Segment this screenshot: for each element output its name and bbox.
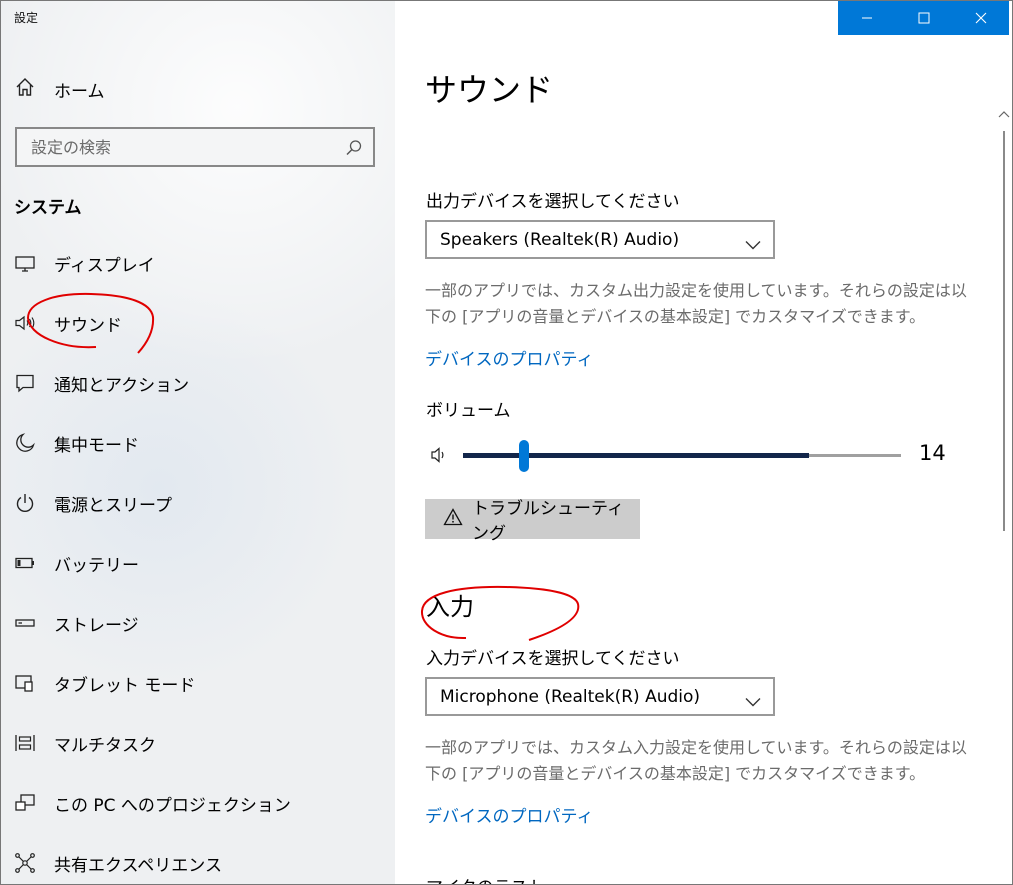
projection-icon xyxy=(14,792,36,814)
troubleshoot-button[interactable]: トラブルシューティング xyxy=(425,499,640,544)
section-title-system: システム xyxy=(14,198,82,218)
moon-icon xyxy=(14,432,36,454)
share-icon xyxy=(14,852,36,874)
sidebar-item-label: 集中モード xyxy=(54,435,139,456)
mic-test-label: マイクのテスト xyxy=(426,873,545,884)
sidebar-item-power-sleep[interactable]: 電源とスリープ xyxy=(1,473,395,533)
volume-speaker-icon[interactable] xyxy=(430,445,450,469)
input-device-label: 入力デバイスを選択してください xyxy=(426,649,680,669)
sidebar-item-battery[interactable]: バッテリー xyxy=(1,533,395,593)
sidebar-item-label: ディスプレイ xyxy=(54,255,155,276)
volume-value: 14 xyxy=(919,441,946,465)
home-icon xyxy=(14,76,36,102)
main-content: サウンド 出力デバイスを選択してください Speakers (Realtek(R… xyxy=(395,1,1012,884)
chevron-down-icon xyxy=(745,692,761,711)
volume-label: ボリューム xyxy=(426,401,511,421)
sidebar: 設定 ホーム システム ディスプレイ xyxy=(1,1,395,884)
app-title: 設定 xyxy=(14,11,39,25)
sidebar-item-shared-experiences[interactable]: 共有エクスペリエンス xyxy=(1,833,395,884)
volume-slider[interactable] xyxy=(463,440,901,472)
output-device-value: Speakers (Realtek(R) Audio) xyxy=(440,229,680,250)
storage-icon xyxy=(14,612,36,634)
sidebar-item-sound[interactable]: サウンド xyxy=(1,293,395,353)
nav-list: ディスプレイ サウンド 通知とアクション 集中モード 電源とスリープ バッテリー… xyxy=(1,233,395,884)
sidebar-item-storage[interactable]: ストレージ xyxy=(1,593,395,653)
close-icon xyxy=(975,9,987,28)
sidebar-item-label: 共有エクスペリエンス xyxy=(54,855,222,876)
scrollbar[interactable] xyxy=(997,101,1010,884)
window-controls xyxy=(838,1,1009,35)
sidebar-item-projecting[interactable]: この PC へのプロジェクション xyxy=(1,773,395,833)
search-input[interactable] xyxy=(17,137,337,157)
sidebar-item-label: 電源とスリープ xyxy=(54,495,172,516)
input-device-dropdown[interactable]: Microphone (Realtek(R) Audio) xyxy=(425,677,775,716)
maximize-icon xyxy=(918,9,930,28)
search-box xyxy=(15,127,375,167)
multitask-icon xyxy=(14,732,36,754)
sidebar-item-display[interactable]: ディスプレイ xyxy=(1,233,395,293)
power-icon xyxy=(14,492,36,514)
volume-row: 14 xyxy=(425,439,985,472)
volume-slider-fill xyxy=(463,453,810,458)
output-device-properties-link[interactable]: デバイスのプロパティ xyxy=(425,345,593,370)
sidebar-item-label: この PC へのプロジェクション xyxy=(54,795,291,816)
input-device-value: Microphone (Realtek(R) Audio) xyxy=(440,686,701,707)
sidebar-item-label: 通知とアクション xyxy=(54,375,190,396)
minimize-button[interactable] xyxy=(838,1,895,35)
scroll-up-arrow-icon[interactable] xyxy=(998,103,1010,122)
settings-window: 設定 ホーム システム ディスプレイ xyxy=(0,0,1013,885)
monitor-icon xyxy=(14,252,36,274)
battery-icon xyxy=(14,552,36,574)
sidebar-item-label: ストレージ xyxy=(54,615,139,636)
sidebar-item-notifications[interactable]: 通知とアクション xyxy=(1,353,395,413)
volume-slider-thumb[interactable] xyxy=(519,440,530,472)
chevron-down-icon xyxy=(745,235,761,254)
sidebar-item-focus-assist[interactable]: 集中モード xyxy=(1,413,395,473)
page-title: サウンド xyxy=(425,71,554,109)
maximize-button[interactable] xyxy=(895,1,952,35)
input-section-title: 入力 xyxy=(426,593,474,621)
sidebar-item-label: バッテリー xyxy=(54,555,139,576)
nav-home[interactable]: ホーム xyxy=(14,73,384,105)
close-button[interactable] xyxy=(952,1,1009,35)
sidebar-item-tablet-mode[interactable]: タブレット モード xyxy=(1,653,395,713)
scrollbar-thumb[interactable] xyxy=(1003,131,1005,531)
speaker-icon xyxy=(14,312,36,334)
warning-icon xyxy=(443,508,463,530)
sidebar-item-label: タブレット モード xyxy=(54,675,196,696)
notification-icon xyxy=(14,372,36,394)
output-device-dropdown[interactable]: Speakers (Realtek(R) Audio) xyxy=(425,220,775,259)
tablet-mode-icon xyxy=(14,672,36,694)
input-device-properties-link[interactable]: デバイスのプロパティ xyxy=(425,802,593,827)
sidebar-item-multitasking[interactable]: マルチタスク xyxy=(1,713,395,773)
output-description: 一部のアプリでは、カスタム出力設定を使用しています。それらの設定は以下の [アプ… xyxy=(425,281,967,326)
troubleshoot-label: トラブルシューティング xyxy=(472,499,624,544)
nav-home-label: ホーム xyxy=(54,81,105,102)
sidebar-item-label: サウンド xyxy=(54,315,122,336)
input-description: 一部のアプリでは、カスタム入力設定を使用しています。それらの設定は以下の [アプ… xyxy=(425,738,967,783)
search-icon[interactable] xyxy=(345,139,363,161)
minimize-icon xyxy=(861,9,873,28)
output-device-label: 出力デバイスを選択してください xyxy=(426,192,680,212)
sidebar-item-label: マルチタスク xyxy=(54,735,156,756)
